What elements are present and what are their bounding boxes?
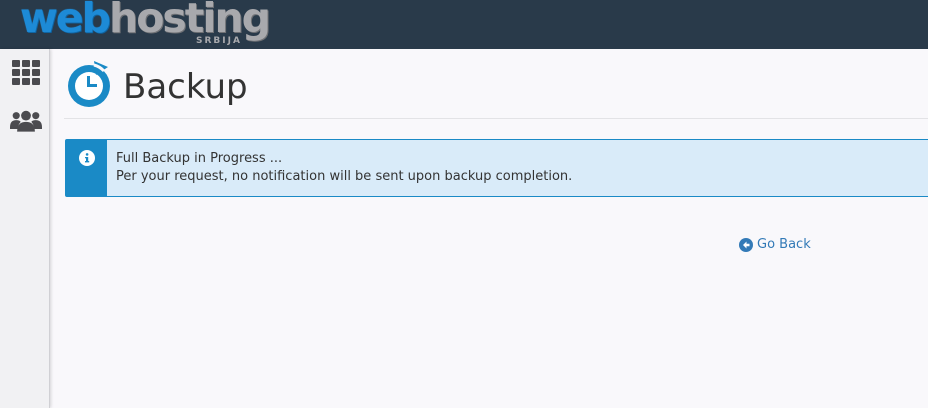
- users-icon[interactable]: [10, 106, 42, 136]
- go-back-label: Go Back: [757, 237, 811, 252]
- arrow-circle-left-icon: [739, 237, 753, 252]
- grid-icon[interactable]: [10, 57, 42, 87]
- info-icon: [78, 150, 95, 166]
- sidebar: [0, 49, 50, 408]
- backup-icon: [68, 61, 110, 107]
- logo-secondary-text: hosting: [109, 0, 271, 42]
- alert-icon-column: [66, 140, 107, 196]
- go-back-link[interactable]: Go Back: [739, 237, 811, 252]
- info-alert: Full Backup in Progress ... Per your req…: [65, 139, 928, 197]
- alert-line-2: Per your request, no notification will b…: [116, 169, 573, 184]
- top-bar: webhosting SRBIJA: [0, 0, 928, 49]
- alert-line-1: Full Backup in Progress ...: [116, 151, 283, 166]
- logo-subtext: SRBIJA: [196, 36, 242, 46]
- logo-primary-text: web: [20, 0, 111, 42]
- webhosting-logo[interactable]: webhosting SRBIJA: [20, 0, 271, 46]
- page-title: Backup: [123, 67, 248, 107]
- alert-message: Full Backup in Progress ... Per your req…: [107, 140, 572, 196]
- page-header: Backup: [64, 59, 928, 119]
- main-content: Backup Full Backup in Progress ... Per y…: [50, 49, 928, 408]
